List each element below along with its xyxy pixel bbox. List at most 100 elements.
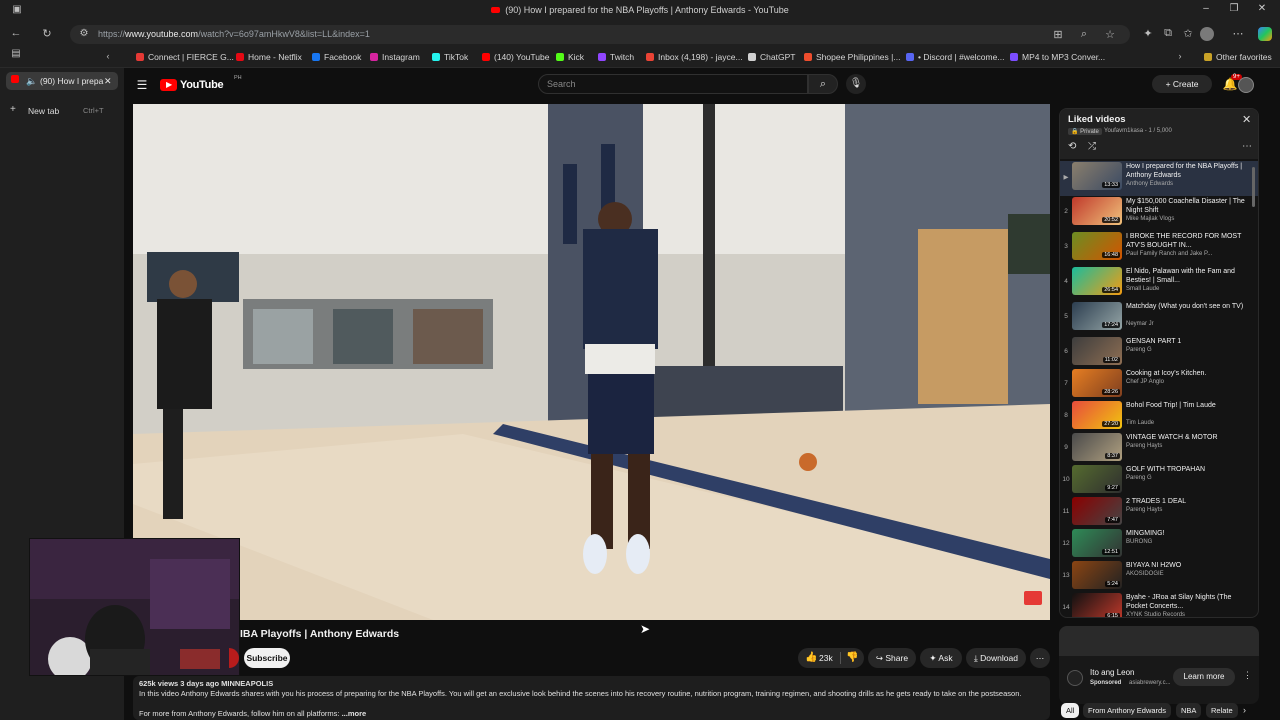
playlist-item-thumbnail[interactable]: 16:48 xyxy=(1072,232,1122,260)
playlist-item-channel: Pareng G xyxy=(1126,475,1152,481)
bookmark-item[interactable]: Kick xyxy=(556,52,584,62)
filter-chip[interactable]: All xyxy=(1061,703,1080,718)
back-icon[interactable]: ← xyxy=(8,27,24,39)
loop-icon[interactable]: ⟲ xyxy=(1068,141,1076,152)
filter-chip[interactable]: From Anthony Edwards xyxy=(1083,703,1171,718)
video-player[interactable] xyxy=(133,104,1050,620)
playlist-item-thumbnail[interactable]: 28:26 xyxy=(1072,369,1122,397)
playlist-item[interactable]: 13 5:24 BIYAYA NI H2WO AKOSIDOGIE xyxy=(1060,560,1258,592)
minimize-icon[interactable]: – xyxy=(1196,3,1216,14)
profile-avatar[interactable] xyxy=(1200,27,1214,41)
filter-chip[interactable]: NBA xyxy=(1176,703,1202,718)
voice-search-button[interactable]: 🎙 xyxy=(846,74,866,94)
new-tab-button[interactable]: + New tab Ctrl+T xyxy=(10,104,122,118)
ad-menu-icon[interactable]: ⋮ xyxy=(1243,670,1252,681)
more-menu-icon[interactable]: ⋯ xyxy=(1230,27,1246,40)
subscribe-button[interactable]: Subscribe xyxy=(244,648,290,668)
site-info-icon[interactable]: ⚙ xyxy=(76,28,92,39)
copilot-icon[interactable] xyxy=(1258,27,1272,41)
filter-chip[interactable]: Relate xyxy=(1206,703,1238,718)
playlist-title[interactable]: Liked videos xyxy=(1068,114,1126,125)
address-bar[interactable]: ⚙ https://www.youtube.com/watch?v=6o97am… xyxy=(70,25,1130,44)
search-button[interactable]: ⌕ xyxy=(808,74,838,94)
ad-card[interactable]: Ito ang Leon Sponsored asiabrewery.c... … xyxy=(1059,626,1259,704)
more-actions-button[interactable]: ⋯ xyxy=(1030,648,1050,668)
download-button[interactable]: ⤓ Download xyxy=(966,648,1026,668)
playlist-item-thumbnail[interactable]: 27:20 xyxy=(1072,401,1122,429)
bookmark-item[interactable]: Instagram xyxy=(370,52,420,62)
playlist-item[interactable]: 6 11:02 GENSAN PART 1 Pareng G xyxy=(1060,336,1258,368)
tab-audio-icon[interactable]: 🔈 xyxy=(26,76,37,87)
other-favorites[interactable]: Other favorites xyxy=(1204,52,1272,62)
thumbs-up-icon[interactable]: 👍 xyxy=(805,648,817,668)
bookmark-item[interactable]: Twitch xyxy=(598,52,634,62)
description-more-link[interactable]: ...more xyxy=(342,709,367,718)
bookmark-item[interactable]: Facebook xyxy=(312,52,361,62)
zoom-icon[interactable]: ⌕ xyxy=(1076,28,1092,41)
playlist-item-thumbnail[interactable]: 13:33 xyxy=(1072,162,1122,190)
hamburger-menu-icon[interactable]: ☰ xyxy=(134,78,150,92)
bookmarks-scroll-right-icon[interactable]: › xyxy=(1172,51,1188,61)
playlist-item[interactable]: 2 20:52 My $150,000 Coachella Disaster | T… xyxy=(1060,196,1258,231)
playlist-item[interactable]: 7 28:26 Cooking at Icoy's Kitchen. Chef JP … xyxy=(1060,368,1258,400)
playlist-item[interactable]: 11 7:47 2 TRADES 1 DEAL Pareng Hayts xyxy=(1060,496,1258,528)
ask-button[interactable]: ✦ Ask xyxy=(920,648,962,668)
video-description[interactable]: 625k views 3 days ago MINNEAPOLIS In thi… xyxy=(133,676,1050,720)
playlist-item-thumbnail[interactable]: 20:52 xyxy=(1072,197,1122,225)
playlist-item-thumbnail[interactable]: 7:47 xyxy=(1072,497,1122,525)
favorites-icon[interactable]: ✩ xyxy=(1180,27,1196,40)
bookmark-item[interactable]: • Discord | #welcome... xyxy=(906,52,1004,62)
playlist-item[interactable]: 10 9:27 GOLF WITH TROPAHAN Pareng G xyxy=(1060,464,1258,496)
create-button[interactable]: + Create xyxy=(1152,75,1212,93)
close-window-icon[interactable]: ✕ xyxy=(1252,3,1272,14)
tab-close-icon[interactable]: ✕ xyxy=(104,76,112,87)
bookmark-favicon-icon xyxy=(432,53,440,61)
thumbs-down-icon[interactable]: 👎 xyxy=(846,648,858,668)
tab-actions-icon[interactable]: ▤ xyxy=(8,48,24,59)
like-count[interactable]: 23k xyxy=(819,648,833,668)
bookmark-item[interactable]: MP4 to MP3 Conver... xyxy=(1010,52,1105,62)
playlist-item-thumbnail[interactable]: 6:15 xyxy=(1072,593,1122,617)
playlist-item-thumbnail[interactable]: 26:54 xyxy=(1072,267,1122,295)
bookmark-item[interactable]: (140) YouTube xyxy=(482,52,549,62)
close-playlist-icon[interactable]: ✕ xyxy=(1242,113,1251,126)
reload-icon[interactable]: ↻ xyxy=(39,27,55,40)
bookmark-item[interactable]: Connect | FIERCE G... xyxy=(136,52,234,62)
playlist-item[interactable]: 4 26:54 El Nido, Palawan with the Fam and … xyxy=(1060,266,1258,301)
chips-next-icon[interactable]: › xyxy=(1243,705,1246,715)
playlist-item[interactable]: 8 27:20 Bohol Food Trip! | Tim Laude Tim La… xyxy=(1060,400,1258,432)
bookmark-item[interactable]: Shopee Philippines |... xyxy=(804,52,900,62)
tab-active[interactable]: 🔈 (90) How I prepa ✕ xyxy=(6,72,118,90)
share-button[interactable]: ↪ Share xyxy=(868,648,916,668)
playlist-item[interactable]: 14 6:15 Byahe - JRoa at Silay Nights (The … xyxy=(1060,592,1258,617)
split-screen-icon[interactable]: ⧉ xyxy=(1160,27,1176,40)
shuffle-icon[interactable]: ⤮ xyxy=(1088,141,1096,152)
search-input[interactable]: Search xyxy=(538,74,808,94)
bookmark-item[interactable]: Inbox (4,198) - jayce... xyxy=(646,52,743,62)
maximize-icon[interactable]: ❐ xyxy=(1224,3,1244,14)
extensions-icon[interactable]: ✦ xyxy=(1140,27,1156,40)
playlist-item[interactable]: 12 12:51 MINGMING! BURONG xyxy=(1060,528,1258,560)
playlist-item-thumbnail[interactable]: 12:51 xyxy=(1072,529,1122,557)
playlist-item-thumbnail[interactable]: 11:02 xyxy=(1072,337,1122,365)
playlist-item[interactable]: 9 8:37 VINTAGE WATCH & MOTOR Pareng Hayts xyxy=(1060,432,1258,464)
app-install-icon[interactable]: ⊞ xyxy=(1050,28,1066,41)
playlist-item-title: How I prepared for the NBA Playoffs | An… xyxy=(1126,163,1243,179)
playlist-item-duration: 17:24 xyxy=(1102,322,1120,328)
account-avatar[interactable] xyxy=(1238,77,1254,93)
ad-learn-more-button[interactable]: Learn more xyxy=(1173,668,1235,686)
playlist-scrollbar[interactable] xyxy=(1252,167,1255,207)
bookmarks-scroll-left-icon[interactable]: ‹ xyxy=(100,51,116,61)
playlist-item[interactable]: 5 17:24 Matchday (What you don't see on TV… xyxy=(1060,301,1258,336)
favorite-star-icon[interactable]: ☆ xyxy=(1102,28,1118,41)
playlist-item-thumbnail[interactable]: 5:24 xyxy=(1072,561,1122,589)
playlist-item[interactable]: 3 16:48 I BROKE THE RECORD FOR MOST ATV'S … xyxy=(1060,231,1258,266)
bookmark-item[interactable]: ChatGPT xyxy=(748,52,795,62)
playlist-menu-icon[interactable]: ⋯ xyxy=(1242,141,1252,152)
bookmark-item[interactable]: TikTok xyxy=(432,52,468,62)
bookmark-item[interactable]: Home - Netflix xyxy=(236,52,302,62)
playlist-item[interactable]: ▶ 13:33 How I prepared for the NBA Playoff… xyxy=(1060,161,1258,196)
playlist-item-thumbnail[interactable]: 9:27 xyxy=(1072,465,1122,493)
playlist-item-thumbnail[interactable]: 17:24 xyxy=(1072,302,1122,330)
playlist-item-thumbnail[interactable]: 8:37 xyxy=(1072,433,1122,461)
